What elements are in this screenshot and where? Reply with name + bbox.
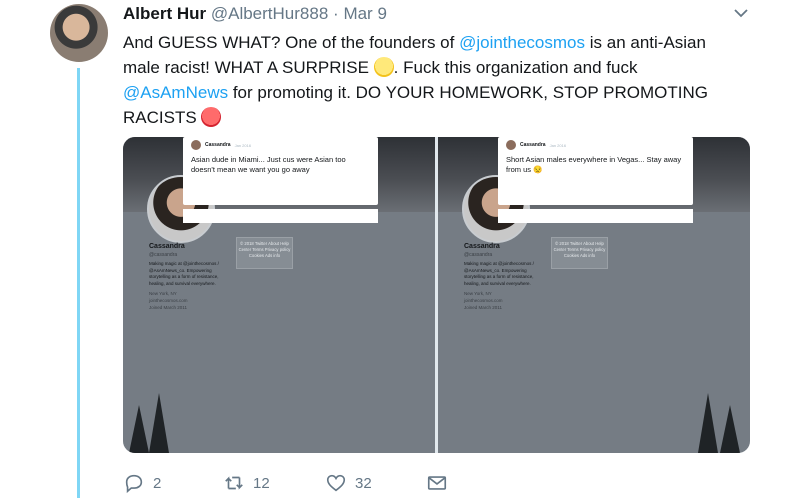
face-with-rolling-eyes-icon — [373, 57, 394, 77]
profile-bio: Making magic at @jointhecosmos / @AsAmNe… — [464, 261, 534, 286]
tree-shape — [129, 405, 149, 453]
profile-handle: @cassandra — [149, 252, 178, 258]
avatar[interactable] — [50, 4, 108, 62]
retweet-button[interactable]: 12 — [223, 472, 270, 494]
profile-site: jointhecosmos.com — [149, 298, 188, 303]
separator: · — [333, 4, 339, 23]
overlay-date: Jan 2016 — [549, 142, 567, 148]
overlay-tweet-header: Cassandra Jan 2016 — [506, 140, 685, 150]
profile-meta: New York, NY jointhecosmos.com Joined Ma… — [149, 290, 188, 311]
profile-joined: Joined March 2011 — [464, 305, 502, 310]
overlay-name: Cassandra — [205, 142, 231, 148]
reply-button[interactable]: 2 — [123, 472, 161, 494]
overlay-tweet-header: Cassandra Jan 2016 — [191, 140, 370, 150]
profile-location: New York, NY — [464, 291, 492, 296]
like-button[interactable]: 32 — [325, 472, 372, 494]
media-attachment[interactable]: Cassandra @cassandra Making magic at @jo… — [123, 137, 750, 453]
overlay-text: Asian dude in Miami... Just cus were Asi… — [191, 155, 346, 174]
tweet-header: Albert Hur @AlbertHur888 · Mar 9 — [123, 4, 387, 24]
footer-links: © 2018 Twitter About Help Center Terms P… — [551, 237, 608, 269]
reply-count: 2 — [153, 474, 162, 492]
heart-icon — [326, 474, 346, 492]
display-name[interactable]: Albert Hur — [123, 4, 206, 23]
tree-shape — [698, 393, 718, 453]
overlay-avatar — [191, 140, 201, 150]
profile-name: Cassandra — [464, 243, 500, 250]
overlay-text: Short Asian males everywhere in Vegas...… — [506, 155, 682, 174]
tree-shape — [720, 405, 740, 453]
overlay-tweet: Cassandra Jan 2016 Asian dude in Miami..… — [183, 137, 378, 205]
profile-bio: Making magic at @jointhecosmos / @AsAmNe… — [149, 261, 219, 286]
text-part: And GUESS WHAT? One of the founders of — [123, 33, 460, 52]
profile-name: Cassandra — [149, 243, 185, 250]
direct-message-button[interactable] — [426, 472, 448, 494]
overlay-actions — [498, 209, 693, 223]
tweet-actions: 2 12 32 — [123, 472, 453, 496]
tree-shape — [149, 393, 169, 453]
reply-icon — [125, 474, 143, 494]
overlay-name: Cassandra — [520, 142, 546, 148]
overlay-tweet: Cassandra Jan 2016 Short Asian males eve… — [498, 137, 693, 205]
timestamp[interactable]: Mar 9 — [343, 4, 386, 23]
thread-line — [77, 68, 80, 498]
mention-link[interactable]: @AsAmNews — [123, 83, 228, 102]
profile-location: New York, NY — [149, 291, 177, 296]
like-count: 32 — [355, 474, 372, 492]
profile-site: jointhecosmos.com — [464, 298, 503, 303]
angry-face-icon — [201, 107, 222, 127]
handle[interactable]: @AlbertHur888 — [211, 4, 328, 23]
profile-joined: Joined March 2011 — [149, 305, 187, 310]
mention-link[interactable]: @jointhecosmos — [459, 33, 585, 52]
footer-links: © 2018 Twitter About Help Center Terms P… — [236, 237, 293, 269]
profile-meta: New York, NY jointhecosmos.com Joined Ma… — [464, 290, 503, 311]
chevron-down-icon[interactable] — [732, 4, 750, 22]
overlay-actions — [183, 209, 378, 223]
overlay-date: Jan 2016 — [234, 142, 252, 148]
retweet-count: 12 — [253, 474, 270, 492]
profile-handle: @cassandra — [464, 252, 493, 258]
media-image-right[interactable]: Cassandra @cassandra Making magic at @jo… — [438, 137, 750, 453]
overlay-avatar — [506, 140, 516, 150]
tweet-text: And GUESS WHAT? One of the founders of @… — [123, 30, 733, 130]
media-image-left[interactable]: Cassandra @cassandra Making magic at @jo… — [123, 137, 435, 453]
retweet-icon — [225, 476, 243, 490]
text-part: . Fuck this organization and fuck — [393, 58, 638, 77]
envelope-icon — [427, 476, 447, 490]
